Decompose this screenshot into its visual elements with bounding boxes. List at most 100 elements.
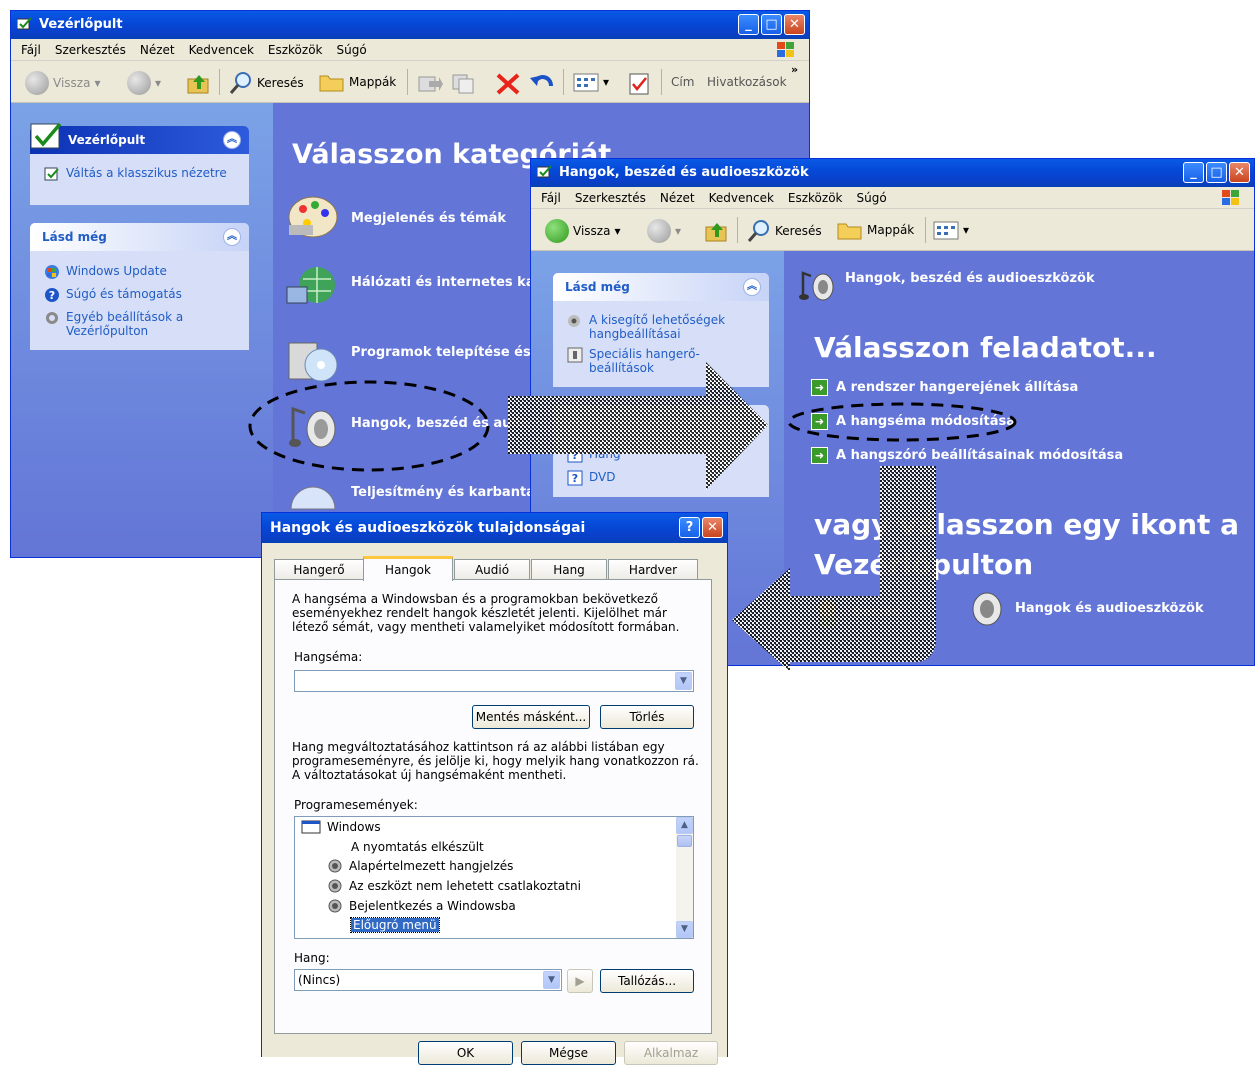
switch-classic-view-link[interactable]: Váltás a klasszikus nézetre bbox=[44, 166, 227, 182]
chevron-down-icon: ▼ bbox=[543, 971, 560, 989]
list-item[interactable]: Alapértelmezett hangjelzés bbox=[327, 859, 513, 873]
menu-help[interactable]: Súgó bbox=[337, 43, 367, 57]
views-icon bbox=[933, 221, 959, 240]
windows-update-icon bbox=[45, 265, 59, 279]
tab-sounds[interactable]: Hangok bbox=[363, 556, 453, 581]
delete-button[interactable]: Törlés bbox=[600, 705, 694, 729]
views-button[interactable]: ▾ bbox=[933, 219, 969, 241]
menu-edit[interactable]: Szerkesztés bbox=[55, 43, 126, 57]
links-label[interactable]: Hivatkozások bbox=[707, 75, 787, 89]
delete-icon[interactable] bbox=[495, 72, 521, 96]
menu-tools[interactable]: Eszközök bbox=[268, 43, 323, 57]
cancel-button[interactable]: Mégse bbox=[521, 1041, 616, 1065]
properties-icon[interactable] bbox=[627, 72, 651, 96]
scroll-up-icon[interactable]: ▲ bbox=[676, 817, 693, 834]
see-also-item[interactable]: Windows Update bbox=[44, 264, 167, 280]
sound-see-also-header[interactable]: Lásd még ︽ bbox=[553, 273, 769, 301]
ok-button[interactable]: OK bbox=[418, 1041, 513, 1065]
control-panel-icon bbox=[30, 122, 62, 149]
up-folder-icon[interactable] bbox=[187, 73, 211, 95]
see-also-item[interactable]: Egyéb beállítások a Vezérlőpulton bbox=[44, 310, 234, 338]
see-also-item[interactable]: Speciális hangerő-beállítások bbox=[567, 347, 747, 375]
maximize-button[interactable]: □ bbox=[1206, 162, 1227, 183]
tab-volume[interactable]: Hangerő bbox=[274, 559, 364, 580]
see-also-item[interactable]: A kisegítő lehetőségek hangbeállításai bbox=[567, 313, 747, 341]
folders-button[interactable]: Mappák bbox=[319, 71, 396, 93]
tab-audio[interactable]: Audió bbox=[454, 559, 530, 580]
list-item[interactable]: Az eszközt nem lehetett csatlakoztatni bbox=[327, 879, 581, 893]
sound-titlebar[interactable]: Hangok, beszéd és audioeszközök _ □ ✕ bbox=[531, 159, 1254, 187]
undo-icon[interactable] bbox=[529, 72, 555, 96]
highlight-ellipse bbox=[787, 402, 1017, 442]
menu-favorites[interactable]: Kedvencek bbox=[189, 43, 254, 57]
move-to-icon[interactable] bbox=[417, 73, 443, 95]
menu-edit[interactable]: Szerkesztés bbox=[575, 191, 646, 205]
speech-icon[interactable] bbox=[811, 597, 845, 629]
list-item[interactable]: A nyomtatás elkészült bbox=[351, 840, 484, 854]
list-item-selected[interactable]: Előugró menü bbox=[350, 917, 440, 933]
forward-button[interactable]: ▾ bbox=[647, 219, 681, 243]
task-system-volume[interactable]: ➜ A rendszer hangerejének állítása bbox=[811, 379, 1078, 396]
sound-file-select[interactable]: (Nincs) ▼ bbox=[294, 969, 562, 991]
maximize-button[interactable]: □ bbox=[761, 14, 782, 35]
see-also-item[interactable]: ? Súgó és támogatás bbox=[44, 287, 182, 303]
minimize-button[interactable]: _ bbox=[738, 14, 759, 35]
volume-settings-icon bbox=[567, 347, 583, 363]
play-sound-button[interactable]: ▶ bbox=[567, 969, 593, 993]
menu-view[interactable]: Nézet bbox=[660, 191, 695, 205]
events-scrollbar[interactable]: ▲ ▼ bbox=[676, 817, 693, 938]
save-as-button[interactable]: Mentés másként... bbox=[472, 705, 590, 729]
program-events-list[interactable]: Windows A nyomtatás elkészült Alapértelm… bbox=[294, 816, 694, 939]
copy-to-icon[interactable] bbox=[451, 73, 477, 95]
cp-see-also-header[interactable]: Lásd még ︽ bbox=[30, 223, 249, 251]
close-button[interactable]: ✕ bbox=[1229, 162, 1250, 183]
sounds-audio-icon[interactable] bbox=[969, 591, 1005, 627]
forward-button[interactable]: ▾ bbox=[127, 71, 161, 95]
search-button[interactable]: Keresés bbox=[747, 219, 822, 243]
collapse-chevron-icon[interactable]: ︽ bbox=[743, 278, 761, 296]
list-item[interactable]: Bejelentkezés a Windowsba bbox=[327, 899, 516, 913]
windows-flag-icon bbox=[1222, 189, 1239, 205]
scheme-label: Hangséma: bbox=[294, 650, 363, 664]
minimize-button[interactable]: _ bbox=[1183, 162, 1204, 183]
list-item[interactable]: Windows bbox=[301, 820, 381, 834]
scroll-down-icon[interactable]: ▼ bbox=[676, 921, 693, 938]
category-appearance[interactable]: Megjelenés és témák bbox=[351, 211, 506, 226]
icon-sounds-audio-label[interactable]: Hangok és audioeszközök bbox=[1015, 601, 1204, 616]
toolbar-overflow[interactable]: » bbox=[791, 63, 798, 76]
menu-file[interactable]: Fájl bbox=[21, 43, 41, 57]
dialog-titlebar[interactable]: Hangok és audioeszközök tulajdonságai ? … bbox=[262, 513, 727, 543]
menu-view[interactable]: Nézet bbox=[140, 43, 175, 57]
close-button[interactable]: ✕ bbox=[784, 14, 805, 35]
cp-panel-header[interactable]: Vezérlőpult ︽ bbox=[30, 122, 249, 154]
back-button[interactable]: Vissza ▾ bbox=[545, 219, 620, 243]
sounds-tab-panel: A hangséma a Windowsban és a programokba… bbox=[274, 579, 712, 1034]
tab-voice[interactable]: Hang bbox=[531, 559, 607, 580]
menu-favorites[interactable]: Kedvencek bbox=[709, 191, 774, 205]
task-speaker-settings[interactable]: ➜ A hangszóró beállításainak módosítása bbox=[811, 447, 1123, 464]
help-item-dvd[interactable]: ? DVD bbox=[567, 470, 615, 486]
scroll-thumb[interactable] bbox=[677, 835, 692, 847]
up-folder-icon[interactable] bbox=[705, 221, 729, 243]
menu-tools[interactable]: Eszközök bbox=[788, 191, 843, 205]
collapse-chevron-icon[interactable]: ︽ bbox=[223, 131, 241, 149]
close-button[interactable]: ✕ bbox=[702, 517, 723, 538]
back-button[interactable]: Vissza ▾ bbox=[25, 71, 100, 95]
icon-speech-label[interactable]: Beszéd bbox=[853, 605, 901, 620]
apply-button[interactable]: Alkalmaz bbox=[624, 1041, 718, 1065]
tab-hardware[interactable]: Hardver bbox=[608, 559, 698, 580]
chevron-down-icon: ▼ bbox=[675, 672, 692, 690]
cp-titlebar[interactable]: Vezérlőpult _ □ ✕ bbox=[11, 11, 809, 39]
menu-file[interactable]: Fájl bbox=[541, 191, 561, 205]
menu-help[interactable]: Súgó bbox=[857, 191, 887, 205]
help-button[interactable]: ? bbox=[679, 517, 700, 538]
help-item-sound[interactable]: ? Hang bbox=[567, 447, 621, 463]
task-arrow-icon: ➜ bbox=[811, 447, 828, 464]
browse-button[interactable]: Tallózás... bbox=[600, 969, 694, 993]
search-button[interactable]: Keresés bbox=[229, 71, 304, 95]
folders-button[interactable]: Mappák bbox=[837, 219, 914, 241]
views-button[interactable]: ▾ bbox=[573, 71, 609, 93]
collapse-chevron-icon[interactable]: ︽ bbox=[223, 228, 241, 246]
sound-scheme-select[interactable]: ▼ bbox=[294, 670, 694, 692]
address-label[interactable]: Cím bbox=[671, 75, 694, 89]
